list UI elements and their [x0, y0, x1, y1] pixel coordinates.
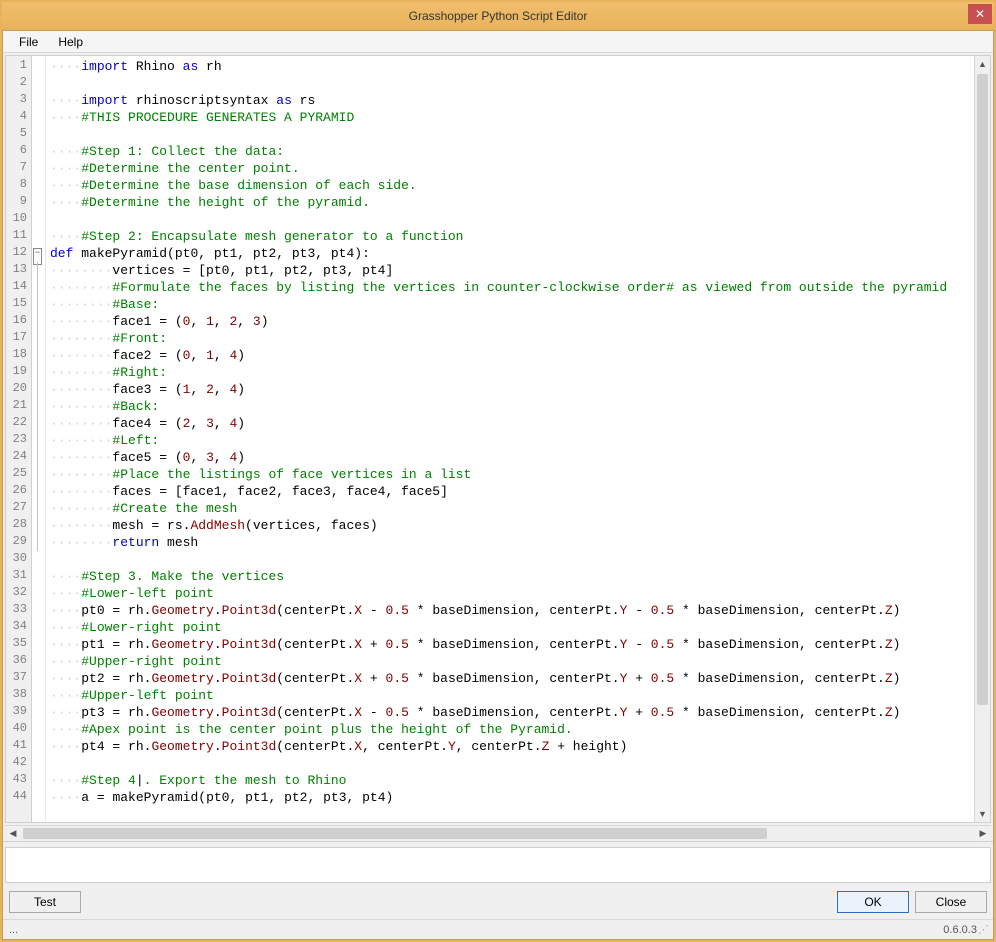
scroll-thumb[interactable]	[977, 74, 988, 705]
scroll-thumb-h[interactable]	[23, 828, 767, 839]
status-version: 0.6.0.3	[943, 924, 977, 936]
scroll-up-icon[interactable]: ▲	[975, 56, 990, 72]
titlebar[interactable]: Grasshopper Python Script Editor ✕	[2, 2, 994, 30]
button-row: Test OK Close	[3, 885, 993, 919]
scroll-track[interactable]	[975, 72, 990, 806]
scroll-track-h[interactable]	[21, 826, 975, 841]
resize-grip-icon[interactable]: ⋰	[977, 923, 987, 936]
line-number-gutter: 1234567891011121314151617181920212223242…	[6, 56, 32, 822]
code-editor[interactable]: 1234567891011121314151617181920212223242…	[5, 55, 991, 823]
splitter[interactable]	[3, 841, 993, 845]
window-title: Grasshopper Python Script Editor	[409, 9, 588, 23]
code-content[interactable]: ····import Rhino as rh····import rhinosc…	[46, 56, 974, 822]
output-panel[interactable]	[5, 847, 991, 883]
close-button[interactable]: Close	[915, 891, 987, 913]
menu-file[interactable]: File	[9, 32, 48, 52]
test-button[interactable]: Test	[9, 891, 81, 913]
scroll-right-icon[interactable]: ▶	[975, 826, 991, 841]
close-icon: ✕	[975, 7, 985, 21]
window-close-button[interactable]: ✕	[968, 4, 992, 24]
ok-button[interactable]: OK	[837, 891, 909, 913]
menu-help[interactable]: Help	[48, 32, 93, 52]
menubar: File Help	[3, 31, 993, 53]
statusbar: ... 0.6.0.3 ⋰	[3, 919, 993, 939]
horizontal-scrollbar[interactable]: ◀ ▶	[5, 825, 991, 841]
fold-column[interactable]: −	[32, 56, 46, 822]
scroll-left-icon[interactable]: ◀	[5, 826, 21, 841]
status-left: ...	[9, 924, 18, 936]
vertical-scrollbar[interactable]: ▲ ▼	[974, 56, 990, 822]
scroll-down-icon[interactable]: ▼	[975, 806, 990, 822]
window-body: File Help 123456789101112131415161718192…	[2, 30, 994, 940]
